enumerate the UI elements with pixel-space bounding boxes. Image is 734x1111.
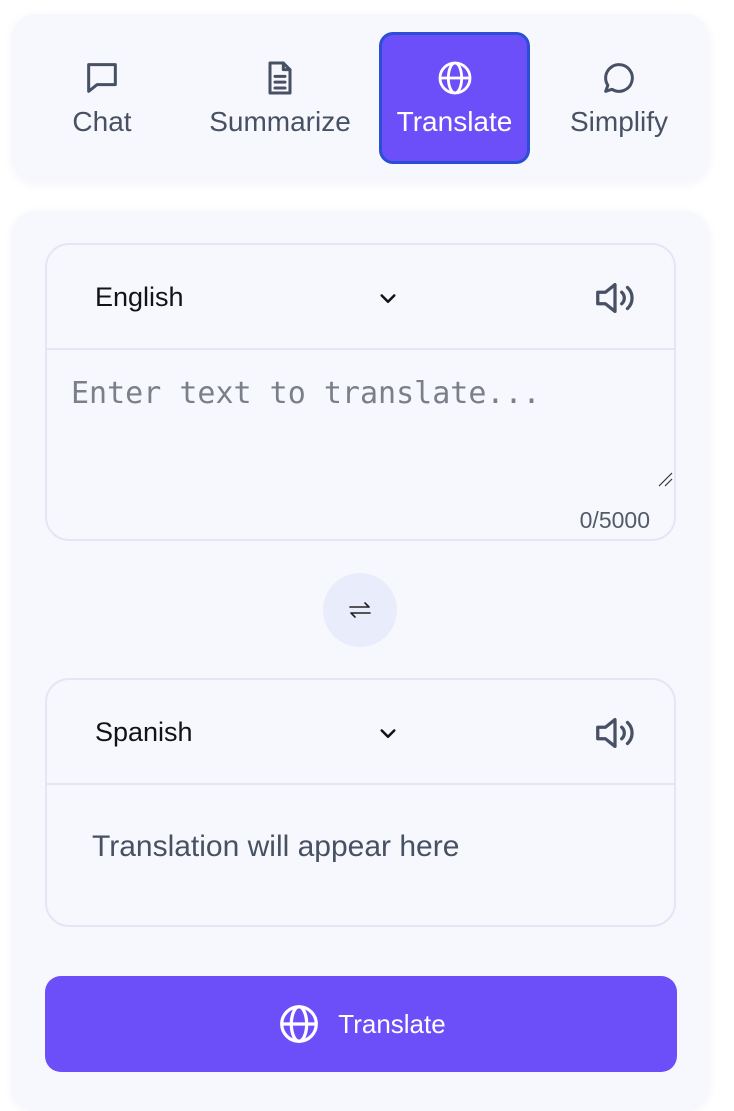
source-text-input[interactable] <box>47 352 674 492</box>
tab-simplify-label: Simplify <box>569 106 668 137</box>
translation-output: Translation will appear here <box>92 830 460 863</box>
target-header: Spanish <box>47 680 674 785</box>
tab-summarize-label: Summarize <box>209 106 351 137</box>
tab-summarize[interactable]: Summarize <box>200 32 360 164</box>
character-counter: 0/5000 <box>579 507 650 533</box>
tab-chat-label: Chat <box>72 106 132 137</box>
speech-bubble-icon <box>599 58 639 98</box>
translate-panel: English 0/5000 Spanish <box>12 211 709 1111</box>
globe-icon <box>435 58 475 98</box>
chat-bubble-icon <box>82 58 122 98</box>
target-box: Spanish Translation will appear here <box>45 678 676 927</box>
tab-translate-label: Translate <box>396 106 513 137</box>
mode-tabs: Chat Summarize Translate Simplify <box>12 14 709 182</box>
translate-button[interactable]: Translate <box>45 976 677 1072</box>
speaker-icon[interactable] <box>591 710 639 756</box>
tab-translate[interactable]: Translate <box>379 32 530 164</box>
source-language-select[interactable]: English <box>95 245 184 350</box>
source-header: English <box>47 245 674 350</box>
translate-button-label: Translate <box>338 1008 446 1039</box>
globe-icon <box>280 1005 319 1043</box>
source-box: English 0/5000 <box>45 243 676 541</box>
target-language-select[interactable]: Spanish <box>95 680 193 785</box>
chevron-down-icon[interactable] <box>373 283 403 313</box>
speaker-icon[interactable] <box>591 275 639 321</box>
tab-simplify[interactable]: Simplify <box>560 32 678 164</box>
tab-chat[interactable]: Chat <box>42 32 162 164</box>
swap-languages-button[interactable] <box>323 573 397 647</box>
resize-handle-icon[interactable] <box>657 471 673 487</box>
chevron-down-icon[interactable] <box>373 718 403 748</box>
swap-arrows-icon <box>349 602 371 618</box>
document-icon <box>260 58 300 98</box>
